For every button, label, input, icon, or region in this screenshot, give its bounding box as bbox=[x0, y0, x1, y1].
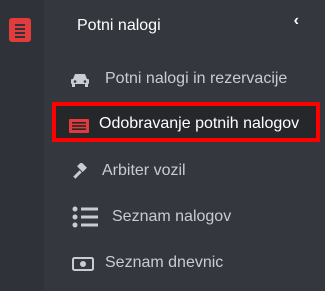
menu-item-label: Potni nalogi in rezervacije bbox=[105, 70, 288, 87]
menu-item-label: Arbiter vozil bbox=[102, 162, 186, 179]
menu-item-potni-nalogi-in-rezervacije[interactable]: Potni nalogi in rezervacije bbox=[44, 58, 325, 102]
icon-rail bbox=[0, 0, 44, 291]
menu-item-label: Odobravanje potnih nalogov bbox=[99, 115, 300, 132]
sidebar-header: Potni nalogi ‹ bbox=[44, 0, 325, 50]
menu-item-seznam-dnevnic[interactable]: Seznam dnevnic bbox=[44, 242, 325, 286]
sidebar-title: Potni nalogi bbox=[77, 17, 161, 34]
list-icon bbox=[72, 206, 98, 228]
menu-item-label: Seznam nalogov bbox=[112, 208, 232, 225]
chevron-left-icon[interactable]: ‹ bbox=[294, 12, 299, 30]
money-icon bbox=[72, 257, 94, 271]
sidebar-panel: Potni nalogi ‹ Potni nalogi in rezervaci… bbox=[44, 0, 325, 291]
menu-item-arbiter-vozil[interactable]: Arbiter vozil bbox=[44, 150, 325, 194]
list-doc-icon[interactable] bbox=[9, 18, 31, 42]
menu-item-seznam-nalogov[interactable]: Seznam nalogov bbox=[44, 196, 325, 240]
menu-item-label: Seznam dnevnic bbox=[105, 254, 224, 271]
menu-item-odobravanje-potnih-nalogov[interactable]: Odobravanje potnih nalogov bbox=[52, 102, 320, 142]
list-card-icon bbox=[69, 119, 89, 133]
gavel-icon bbox=[73, 163, 87, 179]
car-icon bbox=[71, 74, 89, 87]
